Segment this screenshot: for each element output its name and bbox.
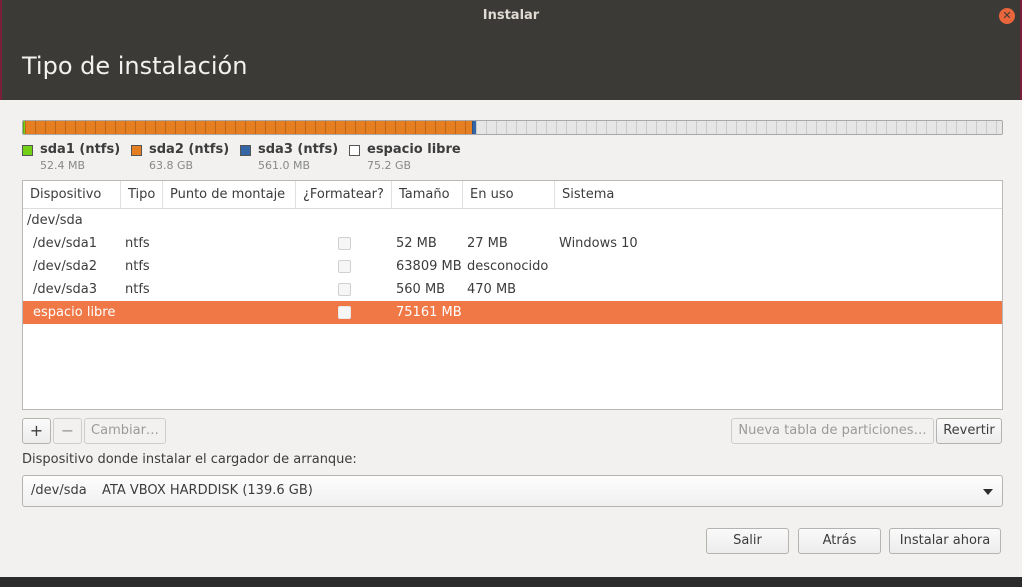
bootloader-device-description: ATA VBOX HARDDISK (139.6 GB) [102, 483, 313, 498]
legend-name: sda1 (ntfs) [40, 142, 121, 157]
partition-bar-segment [476, 121, 1002, 134]
bootloader-device-select[interactable]: /dev/sda ATA VBOX HARDDISK (139.6 GB) [22, 475, 1003, 507]
add-partition-button[interactable]: + [22, 418, 51, 444]
legend-name: sda2 (ntfs) [149, 142, 230, 157]
row-used: 27 MB [467, 236, 508, 251]
legend-size: 75.2 GB [367, 159, 412, 172]
back-button[interactable]: Atrás [798, 528, 881, 554]
format-checkbox[interactable] [338, 283, 351, 296]
row-device: espacio libre [33, 305, 116, 320]
row-device: /dev/sda [27, 213, 83, 228]
row-used: desconocido [467, 259, 549, 274]
table-row[interactable]: /dev/sda3 ntfs 560 MB 470 MB [23, 278, 1002, 301]
format-checkbox[interactable] [338, 260, 351, 273]
row-device: /dev/sda1 [33, 236, 97, 251]
row-system: Windows 10 [559, 236, 638, 251]
window-title: Instalar [482, 8, 540, 23]
legend-size: 52.4 MB [40, 159, 86, 172]
format-checkbox[interactable] [338, 306, 351, 319]
bootloader-device: /dev/sda [31, 483, 87, 498]
row-device: /dev/sda2 [33, 259, 97, 274]
titlebar: Instalar ✕ [0, 0, 1022, 32]
new-partition-table-button[interactable]: Nueva tabla de particiones… [731, 418, 934, 444]
row-device: /dev/sda3 [33, 282, 97, 297]
column-header-mount[interactable]: Punto de montaje [163, 181, 296, 209]
page-title: Tipo de instalación [22, 52, 248, 80]
page-header: Tipo de instalación [0, 32, 1022, 100]
row-type: ntfs [125, 259, 150, 274]
close-icon[interactable]: ✕ [999, 8, 1015, 24]
partition-bar [22, 120, 1003, 135]
row-size: 52 MB [396, 236, 437, 251]
legend-swatch [22, 145, 33, 156]
column-header-size[interactable]: Tamaño [392, 181, 463, 209]
bootloader-label: Dispositivo donde instalar el cargador d… [22, 452, 357, 467]
legend-name: sda3 (ntfs) [258, 142, 339, 157]
column-header-system[interactable]: Sistema [555, 181, 1003, 209]
legend-size: 561.0 MB [258, 159, 311, 172]
partition-table[interactable]: Dispositivo Tipo Punto de montaje ¿Forma… [22, 180, 1003, 410]
revert-button[interactable]: Revertir [936, 418, 1002, 444]
table-row[interactable]: /dev/sda2 ntfs 63809 MB desconocido [23, 255, 1002, 278]
row-size: 63809 MB [396, 259, 462, 274]
column-header-format[interactable]: ¿Formatear? [296, 181, 392, 209]
row-type: ntfs [125, 282, 150, 297]
row-size: 75161 MB [396, 305, 462, 320]
remove-partition-button[interactable]: − [53, 418, 82, 444]
format-checkbox[interactable] [338, 237, 351, 250]
partition-bar-segment [25, 121, 472, 134]
quit-button[interactable]: Salir [706, 528, 789, 554]
legend-swatch [349, 145, 360, 156]
legend-swatch [131, 145, 142, 156]
row-used: 470 MB [467, 282, 517, 297]
column-header-device[interactable]: Dispositivo [23, 181, 121, 209]
install-now-button[interactable]: Instalar ahora [889, 528, 1001, 554]
legend-name: espacio libre [367, 142, 461, 157]
legend-size: 63.8 GB [149, 159, 194, 172]
installer-window: Instalar ✕ Tipo de instalación sda1 (ntf… [0, 0, 1022, 587]
column-header-type[interactable]: Tipo [121, 181, 163, 209]
table-row[interactable]: /dev/sda [23, 209, 1002, 232]
table-header: Dispositivo Tipo Punto de montaje ¿Forma… [23, 181, 1002, 209]
change-partition-button[interactable]: Cambiar… [84, 418, 166, 444]
bottom-edge [0, 577, 1022, 587]
row-size: 560 MB [396, 282, 446, 297]
row-type: ntfs [125, 236, 150, 251]
column-header-used[interactable]: En uso [463, 181, 555, 209]
table-row-selected[interactable]: espacio libre 75161 MB [23, 301, 1002, 324]
table-row[interactable]: /dev/sda1 ntfs 52 MB 27 MB Windows 10 [23, 232, 1002, 255]
legend-swatch [240, 145, 251, 156]
chevron-down-icon [983, 489, 993, 495]
